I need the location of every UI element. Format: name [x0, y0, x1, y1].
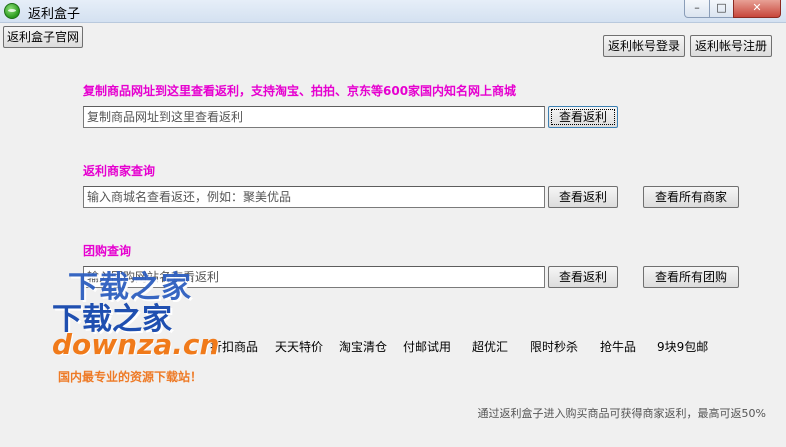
nav-link-daily-special[interactable]: 天天特价: [275, 338, 323, 355]
nav-link-free-trial[interactable]: 付邮试用: [403, 338, 451, 355]
nav-link-super-deals[interactable]: 超优汇: [472, 338, 508, 355]
nav-link-9-9-shipping[interactable]: 9块9包邮: [657, 338, 708, 355]
nav-link-taobao-clearance[interactable]: 淘宝清仓: [339, 338, 387, 355]
groupbuy-query-label: 团购查询: [83, 244, 132, 258]
login-button[interactable]: 返利帐号登录: [603, 35, 685, 57]
watermark-domain: downza.cn: [52, 328, 220, 361]
merchant-check-rebate-button[interactable]: 查看返利: [548, 186, 618, 208]
register-button[interactable]: 返利帐号注册: [690, 35, 772, 57]
minimize-button[interactable]: –: [684, 0, 710, 18]
nav-link-hot-items[interactable]: 抢牛品: [600, 338, 636, 355]
groupbuy-check-rebate-button[interactable]: 查看返利: [548, 266, 618, 288]
official-site-button[interactable]: 返利盒子官网: [3, 26, 83, 48]
footer-note: 通过返利盒子进入购买商品可获得商家返利，最高可返50%: [477, 407, 766, 420]
groupbuy-name-input[interactable]: 输入团购网站名查看返利: [83, 266, 545, 288]
product-check-rebate-button[interactable]: 查看返利: [548, 106, 618, 128]
title-bar: 返利盒子 – □ ✕: [0, 0, 786, 23]
view-all-groupbuys-button[interactable]: 查看所有团购: [643, 266, 739, 288]
merchant-name-input[interactable]: 输入商城名查看返还，例如：聚美优品: [83, 186, 545, 208]
nav-link-discount[interactable]: 折扣商品: [210, 338, 258, 355]
watermark-tagline: 国内最专业的资源下载站！: [58, 370, 203, 384]
nav-link-flash-sale[interactable]: 限时秒杀: [530, 338, 578, 355]
view-all-merchants-button[interactable]: 查看所有商家: [643, 186, 739, 208]
merchant-query-label: 返利商家查询: [83, 164, 156, 178]
watermark-line-2: 下载之家: [52, 302, 172, 337]
product-url-input[interactable]: 复制商品网址到这里查看返利: [83, 106, 545, 128]
product-url-label: 复制商品网址到这里查看返利，支持淘宝、拍拍、京东等600家国内知名网上商城: [83, 84, 517, 98]
close-button[interactable]: ✕: [733, 0, 781, 18]
window-title: 返利盒子: [28, 7, 81, 22]
app-logo-icon: [4, 3, 20, 19]
maximize-button[interactable]: □: [709, 0, 734, 18]
